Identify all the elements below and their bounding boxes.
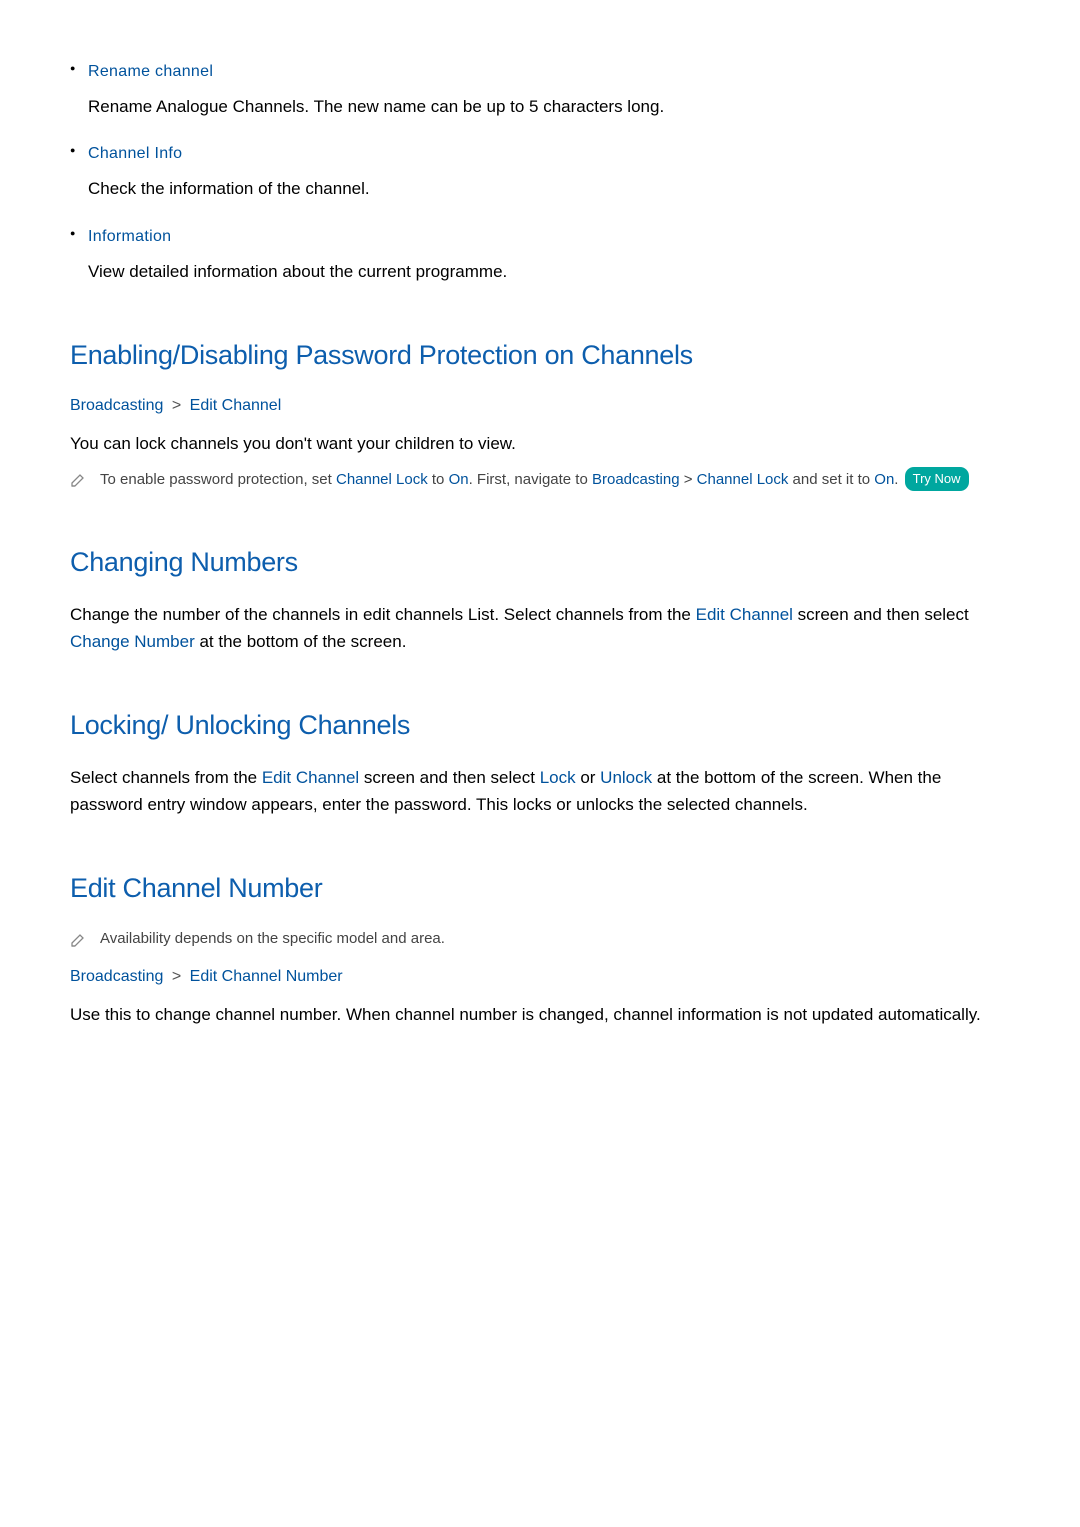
note-row: Availability depends on the specific mod… <box>70 927 1010 952</box>
note-segment: To enable password protection, set <box>100 471 336 488</box>
text-segment: screen and then select <box>359 768 540 787</box>
body-text: Change the number of the channels in edi… <box>70 601 1010 655</box>
note-row: To enable password protection, set Chann… <box>70 467 1010 493</box>
item-desc: Rename Analogue Channels. The new name c… <box>88 94 1010 120</box>
pencil-icon <box>70 470 86 486</box>
menu-ref-change-number: Change Number <box>70 632 195 651</box>
heading-edit-channel-number: Edit Channel Number <box>70 868 1010 909</box>
page-content: Rename channel Rename Analogue Channels.… <box>70 60 1010 1029</box>
list-item: Information View detailed information ab… <box>88 225 1010 285</box>
menu-ref-channel-lock: Channel Lock <box>697 471 789 488</box>
note-segment: > <box>680 471 697 488</box>
heading-changing-numbers: Changing Numbers <box>70 542 1010 583</box>
list-item: Channel Info Check the information of th… <box>88 142 1010 202</box>
text-segment: at the bottom of the screen. <box>195 632 407 651</box>
note-segment: to <box>428 471 449 488</box>
breadcrumb-item-edit-channel-number[interactable]: Edit Channel Number <box>190 968 343 985</box>
note-segment: . First, navigate to <box>469 471 592 488</box>
item-desc: View detailed information about the curr… <box>88 259 1010 285</box>
body-text: Select channels from the Edit Channel sc… <box>70 764 1010 818</box>
breadcrumb: Broadcasting > Edit Channel <box>70 394 1010 418</box>
heading-locking-unlocking: Locking/ Unlocking Channels <box>70 705 1010 746</box>
menu-ref-channel-lock: Channel Lock <box>336 471 428 488</box>
menu-ref-unlock: Unlock <box>600 768 652 787</box>
note-text: To enable password protection, set Chann… <box>100 467 1010 493</box>
menu-ref-edit-channel: Edit Channel <box>696 605 793 624</box>
menu-ref-broadcasting: Broadcasting <box>592 471 680 488</box>
item-desc: Check the information of the channel. <box>88 176 1010 202</box>
note-segment: and set it to <box>788 471 874 488</box>
breadcrumb-separator: > <box>172 968 181 985</box>
breadcrumb-item-broadcasting[interactable]: Broadcasting <box>70 968 163 985</box>
body-text: You can lock channels you don't want you… <box>70 430 1010 457</box>
text-segment: Select channels from the <box>70 768 262 787</box>
item-title-channel-info: Channel Info <box>88 142 1010 166</box>
breadcrumb-item-edit-channel[interactable]: Edit Channel <box>190 397 282 414</box>
menu-ref-on: On <box>449 471 469 488</box>
heading-password-protection: Enabling/Disabling Password Protection o… <box>70 335 1010 376</box>
menu-ref-edit-channel: Edit Channel <box>262 768 359 787</box>
menu-ref-on: On <box>874 471 894 488</box>
top-item-list: Rename channel Rename Analogue Channels.… <box>70 60 1010 285</box>
breadcrumb-separator: > <box>172 397 181 414</box>
pencil-icon <box>70 930 86 946</box>
body-text: Use this to change channel number. When … <box>70 1001 1010 1028</box>
text-segment: Change the number of the channels in edi… <box>70 605 696 624</box>
breadcrumb: Broadcasting > Edit Channel Number <box>70 965 1010 989</box>
list-item: Rename channel Rename Analogue Channels.… <box>88 60 1010 120</box>
menu-ref-lock: Lock <box>540 768 576 787</box>
text-segment: or <box>576 768 601 787</box>
breadcrumb-item-broadcasting[interactable]: Broadcasting <box>70 397 163 414</box>
note-segment: . <box>894 471 902 488</box>
note-text: Availability depends on the specific mod… <box>100 927 1010 952</box>
item-title-rename: Rename channel <box>88 60 1010 84</box>
item-title-information: Information <box>88 225 1010 249</box>
text-segment: screen and then select <box>793 605 969 624</box>
try-now-button[interactable]: Try Now <box>905 467 969 491</box>
